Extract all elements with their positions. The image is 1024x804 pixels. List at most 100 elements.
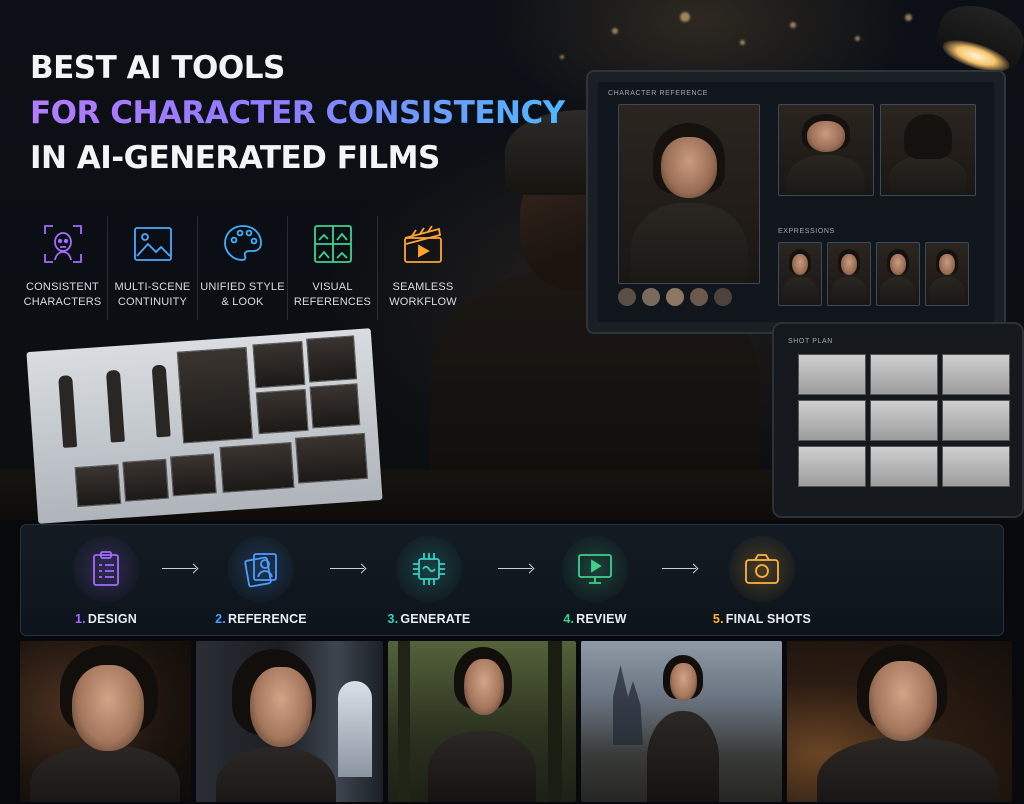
workflow-step-generate: 3. GENERATE (369, 536, 489, 626)
workflow-step-design: 1. DESIGN (46, 536, 166, 626)
board-tile (306, 335, 358, 383)
step-number: 3. (387, 612, 399, 626)
turnaround-figure (58, 375, 78, 448)
shot-sketch (870, 446, 938, 487)
step-number: 2. (215, 612, 226, 626)
shot-sketch (870, 400, 938, 441)
color-swatch (642, 288, 660, 306)
reference-portrait-main (618, 104, 760, 284)
board-tile (74, 464, 122, 508)
arrow-right-icon (330, 568, 364, 569)
feature-list: CONSISTENT CHARACTERS MULTI-SCENE CONTIN… (18, 216, 470, 320)
step-number: 5. (712, 612, 724, 626)
color-swatch (714, 288, 732, 306)
step-number: 1. (75, 612, 86, 626)
expression-1 (778, 242, 822, 306)
feature-label-1b: CHARACTERS (23, 296, 102, 308)
feature-label-2a: MULTI-SCENE (114, 281, 191, 293)
step-label-review: REVIEW (576, 612, 627, 626)
final-shot-3 (388, 641, 576, 802)
turnaround-figure (151, 364, 171, 438)
board-tile (170, 453, 217, 497)
feature-multi-scene-continuity: MULTI-SCENE CONTINUITY (108, 216, 198, 320)
tablet: SHOT PLAN (772, 322, 1024, 518)
feature-label-1a: CONSISTENT (26, 281, 99, 293)
expression-3 (876, 242, 920, 306)
feature-consistent-characters: CONSISTENT CHARACTERS (18, 216, 108, 320)
step-label-design: DESIGN (87, 612, 137, 626)
headline-line-3: IN AI-GENERATED FILMS (30, 140, 440, 176)
expression-4 (925, 242, 969, 306)
color-swatch (618, 288, 636, 306)
portrait-reference-icon (244, 553, 277, 588)
step-number: 4. (563, 612, 575, 626)
workflow-step-final-shots: 5. FINAL SHOTS (702, 536, 822, 626)
camera-icon (745, 554, 779, 584)
workflow-strip (20, 524, 1004, 636)
final-shot-4 (581, 641, 782, 802)
expression-2 (827, 242, 871, 306)
feature-seamless-workflow: SEAMLESS WORKFLOW (378, 216, 468, 320)
turnaround-figure (105, 369, 125, 443)
step-label-generate: GENERATE (400, 612, 471, 626)
step-label-final-shots: FINAL SHOTS (725, 612, 812, 626)
board-tile (255, 388, 309, 435)
headline-line-1: BEST AI TOOLS (30, 50, 285, 86)
board-tile (295, 432, 369, 484)
feature-unified-style: UNIFIED STYLE & LOOK (198, 216, 288, 320)
shot-sketch (798, 354, 866, 395)
shot-plan-caption: SHOT PLAN (788, 338, 833, 345)
step-label-reference: REFERENCE (227, 612, 307, 626)
headline: BEST AI TOOLS FOR CHARACTER CONSISTENCY … (30, 46, 565, 181)
palette-icon (223, 225, 262, 261)
final-shot-1 (20, 641, 191, 802)
feature-label-5b: WORKFLOW (389, 296, 457, 308)
board-tile (122, 458, 169, 502)
expressions-caption: EXPRESSIONS (778, 228, 835, 235)
shot-sketch (798, 446, 866, 487)
board-tile (176, 346, 254, 444)
image-frame-icon (133, 227, 172, 261)
clapperboard-icon (404, 225, 442, 263)
workflow-step-review: 4. REVIEW (535, 536, 655, 626)
color-swatch (690, 288, 708, 306)
grid-references-icon (313, 225, 352, 263)
board-tile (309, 383, 361, 429)
character-reference-caption: CHARACTER REFERENCE (608, 90, 709, 97)
feature-visual-references: VISUAL REFERENCES (288, 216, 378, 320)
feature-label-4a: VISUAL (312, 281, 353, 293)
shot-sketch (942, 446, 1010, 487)
final-shot-2 (196, 641, 383, 802)
clipboard-icon (93, 551, 119, 586)
headline-line-2: FOR CHARACTER CONSISTENCY (30, 91, 565, 136)
monitor: CHARACTER REFERENCE EXPRESSIONS (586, 70, 1006, 334)
workflow-step-reference: 2. REFERENCE (201, 536, 321, 626)
feature-label-2b: CONTINUITY (117, 296, 188, 308)
reference-portrait-back (880, 104, 976, 196)
shot-sketch (798, 400, 866, 441)
face-scan-icon (43, 225, 82, 263)
feature-label-3b: & LOOK (221, 296, 264, 308)
step-circle (562, 536, 628, 602)
feature-label-4b: REFERENCES (293, 296, 372, 308)
step-circle (73, 536, 139, 602)
board-tile (219, 441, 295, 493)
final-shot-5 (787, 641, 1012, 802)
step-circle (729, 536, 795, 602)
reference-portrait-side (778, 104, 874, 196)
arrow-right-icon (498, 568, 532, 569)
monitor-play-icon (578, 554, 612, 584)
monitor-screen: CHARACTER REFERENCE EXPRESSIONS (598, 82, 994, 322)
shot-sketch (942, 354, 1010, 395)
storyboard (26, 328, 383, 524)
final-shots-strip (20, 641, 1012, 802)
chip-icon (413, 553, 445, 585)
arrow-right-icon (662, 568, 696, 569)
color-swatch (666, 288, 684, 306)
step-circle (228, 536, 294, 602)
step-circle (396, 536, 462, 602)
shot-sketch (942, 400, 1010, 441)
desk-lamp (933, 0, 1024, 79)
arrow-right-icon (162, 568, 196, 569)
shot-sketch (870, 354, 938, 395)
